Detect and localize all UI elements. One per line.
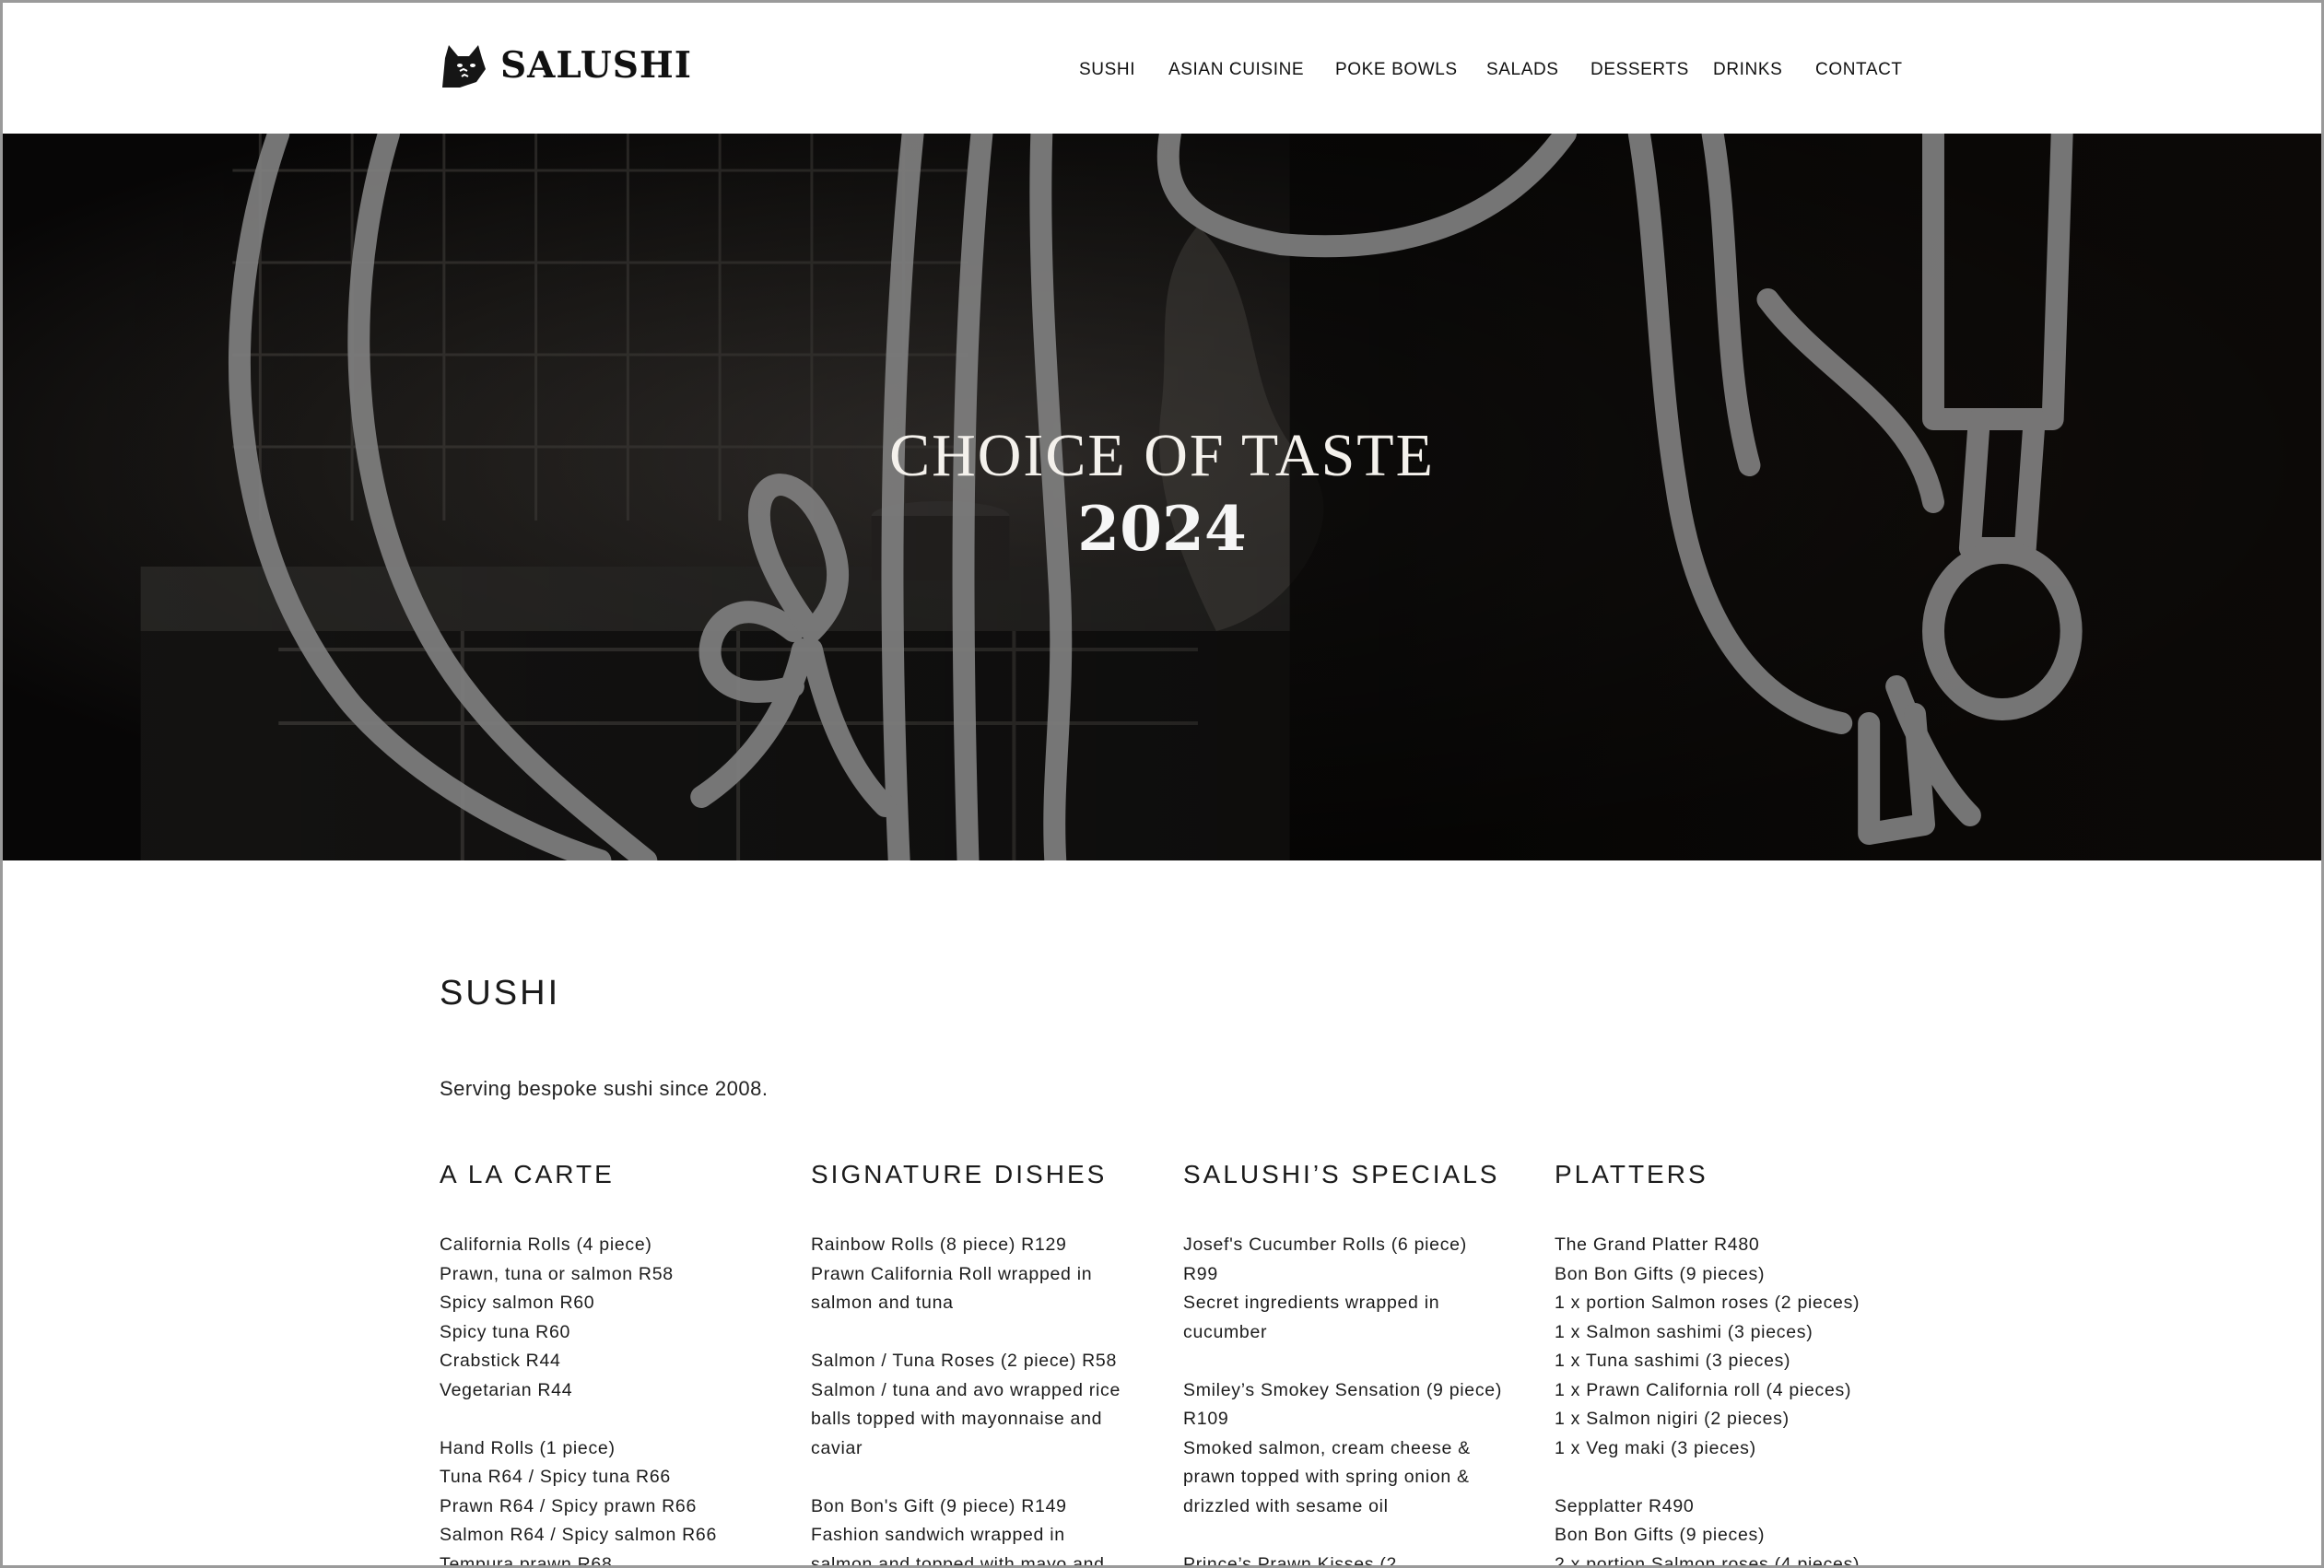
- menu-item-line: [811, 1463, 1166, 1492]
- menu-item-line: Bon Bon Gifts (9 pieces): [1555, 1263, 1766, 1284]
- menu-column-salushis-specials: SALUSHI’S SPECIALS Josef's Cucumber Roll…: [1183, 1160, 1538, 1568]
- menu-item-line: Tempura prawn R68: [440, 1553, 613, 1568]
- menu-column-heading: A LA CARTE: [440, 1160, 615, 1188]
- menu-item-line: Sepplatter R490: [1555, 1495, 1695, 1516]
- menu-item-line: [1183, 1347, 1538, 1376]
- menu-column-items: Rainbow Rolls (8 piece) R129 Prawn Califo…: [811, 1231, 1166, 1568]
- menu-column-heading: PLATTERS: [1555, 1160, 1708, 1188]
- menu-item-line: Rainbow Rolls (8 piece) R129: [811, 1235, 1067, 1255]
- menu-item-line: cucumber: [1183, 1321, 1268, 1342]
- menu-item-line: Spicy salmon R60: [440, 1293, 595, 1313]
- section-subtitle: Serving bespoke sushi since 2008.: [440, 1077, 769, 1100]
- menu-item-line: 2 x portion Salmon roses (4 pieces): [1555, 1553, 1860, 1568]
- hero-year: 2024: [1077, 493, 1247, 565]
- menu-item-line: Bon Bon Gifts (9 pieces): [1555, 1525, 1766, 1545]
- menu-item-line: The Grand Platter R480: [1555, 1235, 1760, 1255]
- menu-item-line: 1 x Veg maki (3 pieces): [1555, 1437, 1756, 1458]
- menu-item-line: Smiley’s Smokey Sensation (9 piece): [1183, 1379, 1503, 1400]
- menu-column-platters: PLATTERS The Grand Platter R480 Bon Bon G…: [1555, 1160, 1909, 1568]
- menu-column-heading: SALUSHI’S SPECIALS: [1183, 1160, 1500, 1188]
- menu-item-line: Spicy tuna R60: [440, 1321, 571, 1342]
- menu-item-line: salmon and tuna: [811, 1293, 954, 1313]
- menu-item-line: Smoked salmon, cream cheese &: [1183, 1437, 1471, 1458]
- menu-item-line: balls topped with mayonnaise and: [811, 1409, 1103, 1429]
- menu-item-line: Secret ingredients wrapped in: [1183, 1293, 1440, 1313]
- menu-item-line: Salmon / Tuna Roses (2 piece) R58: [811, 1351, 1118, 1371]
- hero-banner: CHOICE OF TASTE 2024: [3, 134, 2321, 860]
- menu-column-items: The Grand Platter R480 Bon Bon Gifts (9 p…: [1555, 1231, 1909, 1568]
- menu-item-line: Salmon R64 / Spicy salmon R66: [440, 1525, 718, 1545]
- menu-item-line: Prawn R64 / Spicy prawn R66: [440, 1495, 698, 1516]
- nav-item-drinks[interactable]: DRINKS: [1713, 60, 1782, 80]
- menu-item-line: [811, 1318, 1166, 1348]
- menu-item-line: 1 x Salmon sashimi (3 pieces): [1555, 1321, 1813, 1342]
- menu-item-line: [1555, 1463, 1909, 1492]
- menu-item-line: Josef's Cucumber Rolls (6 piece): [1183, 1235, 1467, 1255]
- menu-item-line: drizzled with sesame oil: [1183, 1495, 1389, 1516]
- menu-item-line: prawn topped with spring onion &: [1183, 1467, 1470, 1487]
- menu-item-line: Prawn California Roll wrapped in: [811, 1263, 1093, 1284]
- menu-column-items: Josef's Cucumber Rolls (6 piece) R99 Secre…: [1183, 1231, 1538, 1568]
- nav-item-salads[interactable]: SALADS: [1486, 60, 1559, 80]
- menu-item-line: Prince’s Prawn Kisses (2: [1183, 1553, 1398, 1568]
- menu-item-line: 1 x Prawn California roll (4 pieces): [1555, 1379, 1852, 1400]
- main-nav: SUSHI ASIAN CUISINE POKE BOWLS SALADS DE…: [3, 60, 2321, 88]
- nav-item-desserts[interactable]: DESSERTS: [1590, 60, 1689, 80]
- menu-item-line: [440, 1405, 794, 1434]
- menu-column-heading: SIGNATURE DISHES: [811, 1160, 1108, 1188]
- menu-item-line: California Rolls (4 piece): [440, 1235, 652, 1255]
- menu-item-line: Salmon / tuna and avo wrapped rice: [811, 1379, 1121, 1400]
- nav-item-sushi[interactable]: SUSHI: [1079, 60, 1135, 80]
- menu-item-line: Tuna R64 / Spicy tuna R66: [440, 1467, 671, 1487]
- menu-item-line: Vegetarian R44: [440, 1379, 573, 1400]
- section-title: SUSHI: [440, 974, 561, 1012]
- menu-item-line: R109: [1183, 1409, 1229, 1429]
- menu-item-line: Prawn, tuna or salmon R58: [440, 1263, 674, 1284]
- nav-item-asian-cuisine[interactable]: ASIAN CUISINE: [1168, 60, 1304, 80]
- page: SALUSHI SUSHI ASIAN CUISINE POKE BOWLS S…: [0, 0, 2324, 1568]
- menu-item-line: 1 x Tuna sashimi (3 pieces): [1555, 1351, 1791, 1371]
- menu-item-line: caviar: [811, 1437, 863, 1458]
- menu-column-a-la-carte: A LA CARTE California Rolls (4 piece) Pra…: [440, 1160, 794, 1568]
- menu-item-line: Hand Rolls (1 piece): [440, 1437, 616, 1458]
- menu-item-line: [1183, 1521, 1538, 1550]
- menu-item-line: 1 x Salmon nigiri (2 pieces): [1555, 1409, 1790, 1429]
- hero-title: CHOICE OF TASTE: [889, 422, 1435, 489]
- menu-item-line: 1 x portion Salmon roses (2 pieces): [1555, 1293, 1860, 1313]
- nav-item-poke-bowls[interactable]: POKE BOWLS: [1335, 60, 1458, 80]
- menu-item-line: salmon and topped with mayo and: [811, 1553, 1105, 1568]
- menu-item-line: Bon Bon's Gift (9 piece) R149: [811, 1495, 1067, 1516]
- menu-item-line: Fashion sandwich wrapped in: [811, 1525, 1065, 1545]
- site-header: SALUSHI SUSHI ASIAN CUISINE POKE BOWLS S…: [3, 3, 2321, 134]
- menu-item-line: Crabstick R44: [440, 1351, 561, 1371]
- nav-item-contact[interactable]: CONTACT: [1815, 60, 1903, 80]
- menu-column-signature-dishes: SIGNATURE DISHES Rainbow Rolls (8 piece)…: [811, 1160, 1166, 1568]
- menu-column-items: California Rolls (4 piece) Prawn, tuna or…: [440, 1231, 794, 1568]
- menu-item-line: R99: [1183, 1263, 1218, 1284]
